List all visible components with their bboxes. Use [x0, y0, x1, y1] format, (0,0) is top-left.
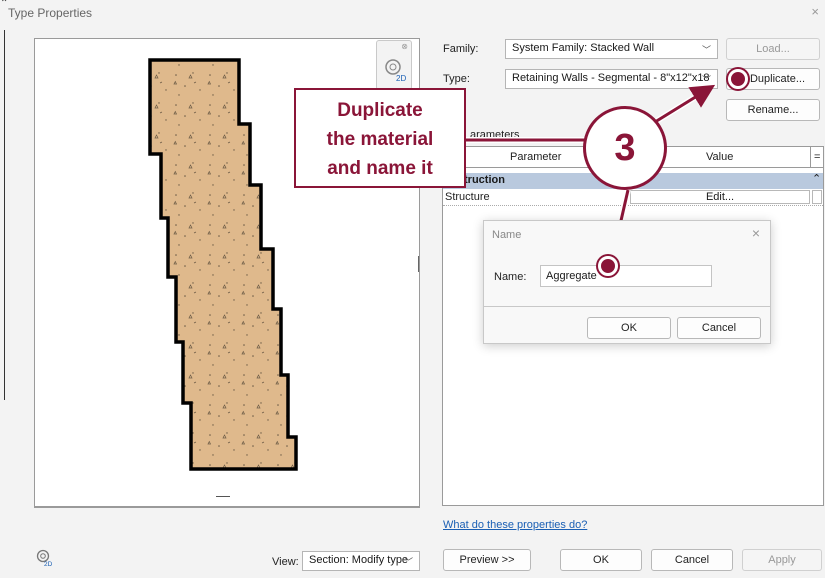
- step-number-badge: 3: [583, 106, 667, 190]
- name-input[interactable]: Aggregate: [540, 265, 712, 287]
- name-input-value: Aggregate: [546, 270, 597, 282]
- name-field-label: Name:: [494, 271, 527, 283]
- dialog-divider: [484, 306, 770, 307]
- help-link[interactable]: What do these properties do?: [443, 519, 587, 531]
- name-dialog: Name × Name: Aggregate OK Cancel: [483, 220, 771, 344]
- view-select[interactable]: Section: Modify type ﹀: [302, 551, 420, 571]
- cancel-button[interactable]: Cancel: [651, 549, 733, 571]
- apply-button[interactable]: Apply: [742, 549, 822, 571]
- preview-button[interactable]: Preview >>: [443, 549, 531, 571]
- dialog-close-icon[interactable]: ×: [752, 225, 760, 241]
- view-select-value: Section: Modify type: [309, 554, 409, 566]
- dialog-cancel-button[interactable]: Cancel: [677, 317, 761, 339]
- name-input-marker: [598, 256, 618, 276]
- chevron-down-icon: ﹀: [403, 557, 413, 567]
- ok-button[interactable]: OK: [560, 549, 642, 571]
- duplicate-marker: [728, 69, 748, 89]
- view-label: View:: [272, 556, 299, 568]
- 2d-view-icon[interactable]: 2D: [34, 548, 54, 568]
- dialog-title: Name: [492, 229, 522, 241]
- svg-text:2D: 2D: [44, 561, 53, 568]
- dialog-ok-button[interactable]: OK: [587, 317, 671, 339]
